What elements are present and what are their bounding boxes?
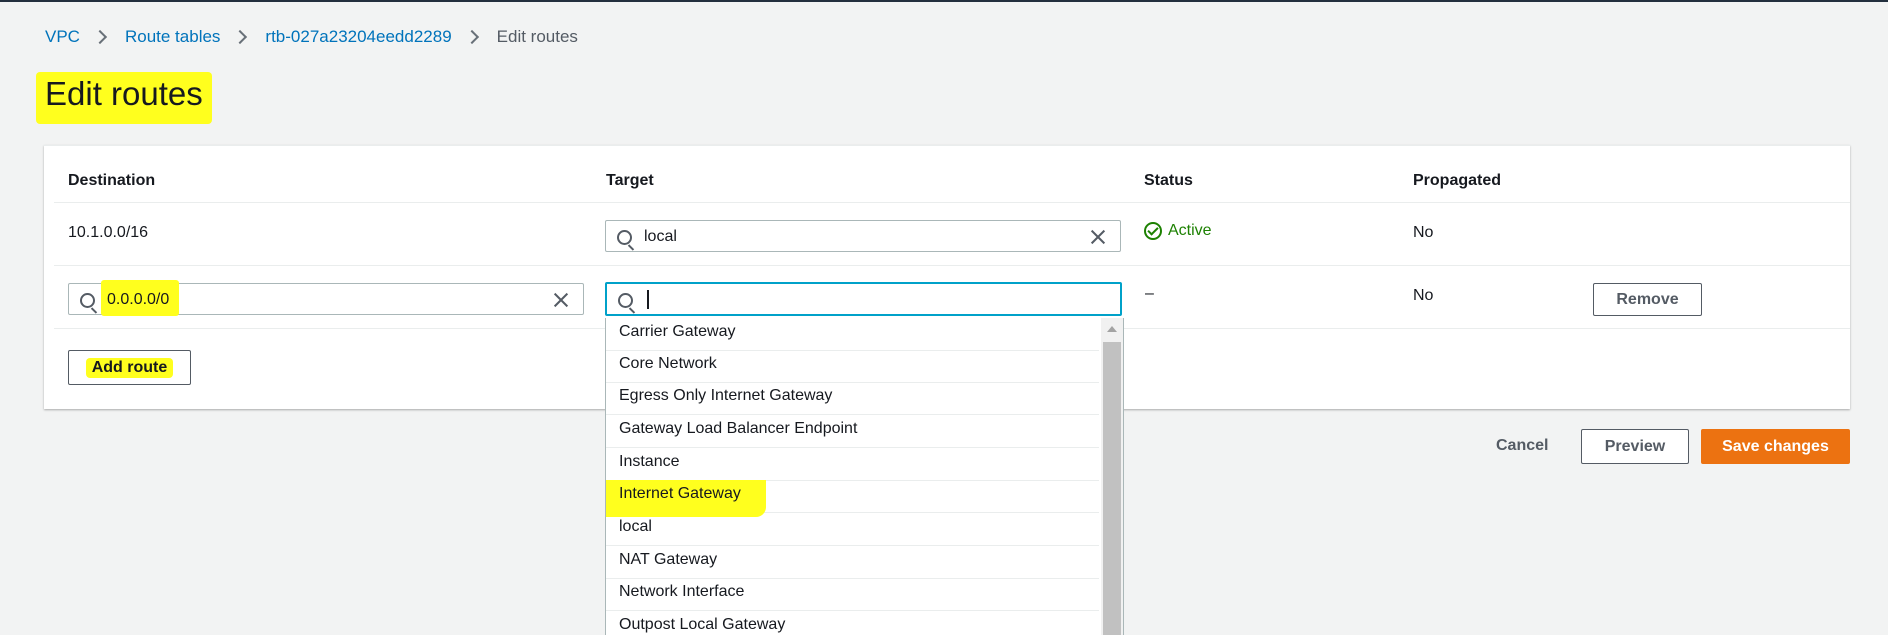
scroll-up-arrow-icon[interactable] — [1107, 326, 1117, 332]
breadcrumb-route-tables[interactable]: Route tables — [125, 27, 220, 47]
scroll-thumb[interactable] — [1103, 342, 1121, 635]
target-field[interactable]: local — [605, 220, 1121, 252]
clear-icon[interactable] — [553, 292, 569, 308]
add-route-label: Add route — [85, 357, 174, 378]
search-icon — [618, 293, 633, 308]
clear-icon[interactable] — [1090, 229, 1106, 245]
option-egress-only-internet-gateway[interactable]: Egress Only Internet Gateway — [606, 382, 1099, 415]
breadcrumb-vpc[interactable]: VPC — [45, 27, 80, 47]
search-icon — [80, 293, 95, 308]
dropdown-scrollbar[interactable] — [1101, 318, 1123, 635]
option-outpost-local-gateway[interactable]: Outpost Local Gateway — [606, 611, 1099, 635]
option-local[interactable]: local — [606, 513, 1099, 546]
chevron-right-icon — [464, 29, 479, 45]
row-divider — [54, 202, 1850, 203]
chevron-right-icon — [233, 29, 248, 45]
target-dropdown: Carrier Gateway Core Network Egress Only… — [605, 318, 1124, 635]
option-carrier-gateway[interactable]: Carrier Gateway — [606, 318, 1099, 351]
target-search-input[interactable] — [605, 282, 1122, 316]
page-title: Edit routes — [45, 75, 203, 112]
option-instance[interactable]: Instance — [606, 448, 1099, 481]
header-propagated: Propagated — [1413, 172, 1502, 189]
header-status: Status — [1144, 172, 1193, 189]
propagated-value: No — [1413, 287, 1434, 304]
breadcrumb-current: Edit routes — [496, 27, 578, 46]
option-gateway-load-balancer-endpoint[interactable]: Gateway Load Balancer Endpoint — [606, 415, 1099, 448]
header-target: Target — [606, 172, 654, 189]
status-text: Active — [1168, 222, 1212, 239]
chevron-right-icon — [92, 29, 108, 45]
cancel-button[interactable]: Cancel — [1496, 437, 1548, 455]
row-divider — [54, 265, 1850, 266]
option-core-network[interactable]: Core Network — [606, 350, 1099, 383]
remove-button[interactable]: Remove — [1593, 283, 1702, 316]
top-border — [0, 0, 1888, 2]
check-circle-icon — [1144, 222, 1162, 240]
text-cursor — [647, 290, 649, 309]
destination-value: 0.0.0.0/0 — [107, 291, 170, 308]
option-network-interface[interactable]: Network Interface — [606, 578, 1099, 611]
status-value: – — [1145, 285, 1154, 302]
breadcrumb-route-table-id[interactable]: rtb-027a23204eedd2289 — [265, 27, 451, 47]
status-active: Active — [1144, 222, 1212, 240]
search-icon — [617, 230, 632, 245]
add-route-button[interactable]: Add route — [68, 350, 191, 385]
destination-field[interactable]: 0.0.0.0/0 — [68, 280, 584, 316]
target-value: local — [644, 228, 677, 245]
option-nat-gateway[interactable]: NAT Gateway — [606, 546, 1099, 579]
route-destination: 10.1.0.0/16 — [68, 224, 149, 241]
header-destination: Destination — [68, 172, 156, 189]
preview-button[interactable]: Preview — [1581, 429, 1689, 464]
propagated-value: No — [1413, 224, 1434, 241]
breadcrumb: VPC Route tables rtb-027a23204eedd2289 E… — [45, 27, 578, 47]
option-internet-gateway[interactable]: Internet Gateway — [606, 480, 1099, 517]
save-changes-button[interactable]: Save changes — [1701, 429, 1850, 464]
